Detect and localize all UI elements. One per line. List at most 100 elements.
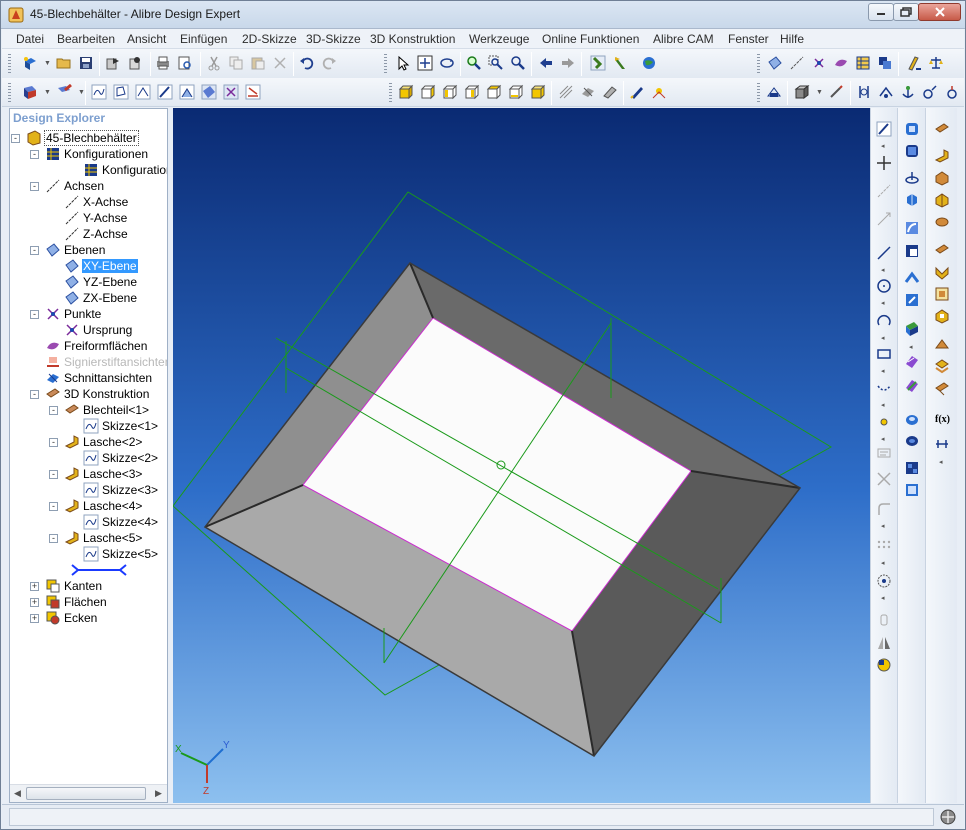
animate-button[interactable]: [920, 82, 940, 102]
tree-item[interactable]: + Ecken: [30, 610, 98, 626]
tree-item-label[interactable]: Skizze<1>: [101, 419, 159, 433]
tree-item-label[interactable]: YZ-Ebene: [82, 275, 138, 289]
tree-item[interactable]: Ursprung: [64, 322, 133, 338]
view-back-button[interactable]: [418, 82, 438, 102]
tree-item[interactable]: XY-Ebene: [64, 258, 138, 274]
tree-item-label[interactable]: Skizze<3>: [101, 483, 159, 497]
view-front-button[interactable]: [396, 82, 416, 102]
loft-cut-button[interactable]: [902, 290, 922, 310]
tree-item[interactable]: - Lasche<4>: [49, 498, 143, 514]
view-isometric-button[interactable]: [528, 82, 548, 102]
section-3d-button[interactable]: [578, 82, 598, 102]
collapse-icon[interactable]: -: [30, 389, 39, 399]
tree-item[interactable]: - Achsen: [30, 178, 105, 194]
close-button[interactable]: [918, 3, 961, 21]
menu-alibre-cam[interactable]: Alibre CAM: [653, 32, 714, 46]
zoom-button[interactable]: [464, 53, 484, 73]
tree-item[interactable]: Skizze<2>: [83, 450, 159, 466]
sketch-point-button[interactable]: [874, 412, 894, 432]
previous-view-button[interactable]: [536, 53, 556, 73]
scrollbar-thumb[interactable]: [26, 787, 146, 800]
tree-item-label[interactable]: XY-Ebene: [82, 259, 138, 273]
menu-fenster[interactable]: Fenster: [728, 32, 769, 46]
scroll-left-icon[interactable]: ◀: [14, 788, 21, 799]
extrude-boss-button[interactable]: [902, 119, 922, 139]
connection-status-icon[interactable]: [940, 809, 956, 825]
sketch-plane-button[interactable]: [177, 82, 197, 102]
collapse-icon[interactable]: -: [11, 133, 20, 143]
thread-button[interactable]: [902, 431, 922, 451]
loft-button[interactable]: [902, 268, 922, 288]
print-button[interactable]: [153, 53, 173, 73]
tree-item[interactable]: + Flächen: [30, 594, 108, 610]
constraint-button[interactable]: [854, 82, 874, 102]
unbend-button[interactable]: [932, 262, 952, 282]
tree-item-label[interactable]: Blechteil<1>: [82, 403, 150, 417]
hole-button[interactable]: [902, 410, 922, 430]
toolbar-grip[interactable]: [8, 83, 11, 103]
jog-button[interactable]: [932, 356, 952, 376]
color-button[interactable]: [54, 82, 74, 102]
base-sheet-button[interactable]: [932, 119, 952, 139]
plane-button[interactable]: [765, 53, 785, 73]
new-dropdown-icon[interactable]: ▼: [44, 60, 51, 67]
axis-button[interactable]: [787, 53, 807, 73]
tree-item[interactable]: - Lasche<5>: [49, 530, 143, 546]
fillet-button[interactable]: [902, 318, 922, 338]
zoom-fit-button[interactable]: [508, 53, 528, 73]
alibre-app-icon[interactable]: [8, 6, 24, 23]
expand-icon[interactable]: +: [30, 581, 39, 591]
tree-item[interactable]: Signierstiftansichten: [45, 354, 167, 370]
visibility-planes-button[interactable]: [199, 82, 219, 102]
tree-item-label[interactable]: 45-Blechbehälter: [44, 130, 139, 146]
web-button[interactable]: [639, 53, 659, 73]
revolve-cut-button[interactable]: [902, 190, 922, 210]
toolbar-grip[interactable]: [757, 54, 760, 74]
expand-arrow-icon[interactable]: ◂: [881, 522, 885, 530]
toolbar-grip[interactable]: [389, 83, 392, 103]
tree-item[interactable]: - 45-Blechbehälter: [11, 130, 139, 146]
toolbar-grip[interactable]: [8, 54, 11, 74]
new-button[interactable]: [20, 53, 40, 73]
expand-arrow-icon[interactable]: ◂: [881, 401, 885, 409]
tree-item-label[interactable]: Lasche<4>: [82, 499, 143, 513]
extrude-cut-button[interactable]: [902, 141, 922, 161]
tree-item[interactable]: - Konfigurationen: [30, 146, 149, 162]
toolbar-grip[interactable]: [384, 54, 387, 74]
line-button[interactable]: [874, 243, 894, 263]
tree-item[interactable]: - 3D Konstruktion: [30, 386, 150, 402]
expand-icon[interactable]: +: [30, 613, 39, 623]
tab-flange-button[interactable]: [932, 168, 952, 188]
expand-arrow-icon[interactable]: ◂: [881, 435, 885, 443]
tree-item-label[interactable]: X-Achse: [82, 195, 129, 209]
text-button[interactable]: [874, 443, 894, 463]
hem-button[interactable]: [932, 212, 952, 232]
tree-item-label[interactable]: Flächen: [63, 595, 108, 609]
3d-viewport[interactable]: Y X Z: [173, 108, 870, 803]
trim-button[interactable]: [874, 469, 894, 489]
design-explorer-toggle-button[interactable]: [588, 53, 608, 73]
rotate-button[interactable]: [437, 53, 457, 73]
view-right-button[interactable]: [462, 82, 482, 102]
menu-bearbeiten[interactable]: Bearbeiten: [57, 32, 115, 46]
collapse-icon[interactable]: -: [30, 149, 39, 159]
sketch-button[interactable]: [89, 82, 109, 102]
mirror-3d-button[interactable]: [902, 480, 922, 500]
tree-item[interactable]: - Ebenen: [30, 242, 106, 258]
view-bottom-button[interactable]: [506, 82, 526, 102]
pan-button[interactable]: [415, 53, 435, 73]
tree-item[interactable]: Freiformflächen: [45, 338, 148, 354]
tree-item[interactable]: - Punkte: [30, 306, 102, 322]
expand-arrow-icon[interactable]: ◂: [939, 458, 943, 466]
tree-item[interactable]: Skizze<5>: [83, 546, 159, 562]
arc-button[interactable]: [874, 311, 894, 331]
parameter-button[interactable]: [932, 432, 952, 452]
visibility-points-button[interactable]: [221, 82, 241, 102]
tree-item-label[interactable]: Lasche<5>: [82, 531, 143, 545]
equation-button[interactable]: [875, 53, 895, 73]
tree-item-label[interactable]: Lasche<2>: [82, 435, 143, 449]
tree-item[interactable]: Skizze<3>: [83, 482, 159, 498]
tree-item[interactable]: ZX-Ebene: [64, 290, 138, 306]
color-dropdown-icon[interactable]: ▼: [78, 89, 85, 96]
sketch-3d-button[interactable]: [111, 82, 131, 102]
